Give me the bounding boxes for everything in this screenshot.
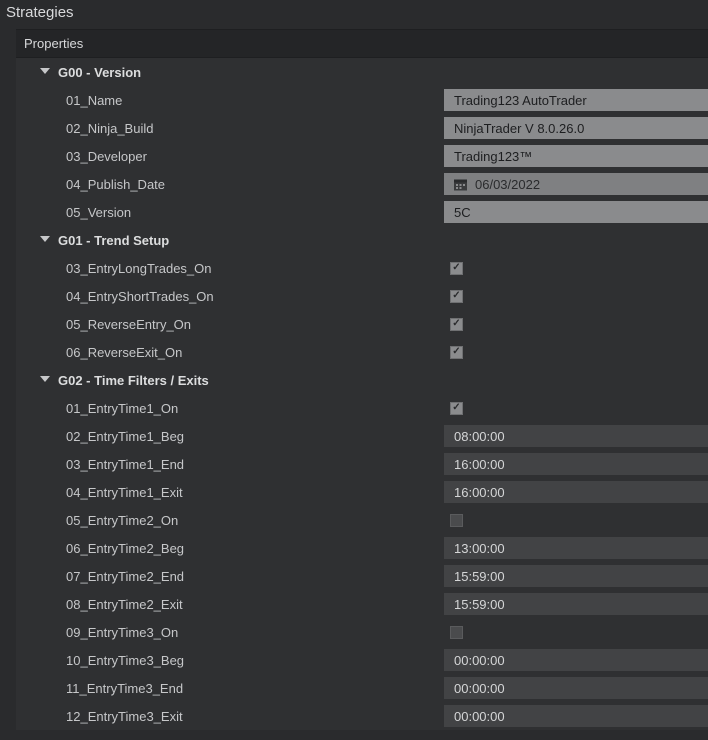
value-name: Trading123 AutoTrader — [444, 89, 708, 111]
row-g02-t2-exit: 08_EntryTime2_Exit 15:59:00 — [16, 590, 708, 618]
row-g01-rev-entry: 05_ReverseEntry_On — [16, 310, 708, 338]
value-version: 5C — [444, 201, 708, 223]
label: 06_EntryTime2_Beg — [66, 541, 184, 556]
label: 03_EntryLongTrades_On — [66, 261, 212, 276]
publish-date-text: 06/03/2022 — [475, 177, 540, 192]
value-publish-date[interactable]: 06/03/2022 — [444, 173, 708, 195]
input-t2-end[interactable]: 15:59:00 — [444, 565, 708, 587]
label: 05_ReverseEntry_On — [66, 317, 191, 332]
value-developer: Trading123™ — [444, 145, 708, 167]
row-g00-name: 01_Name Trading123 AutoTrader — [16, 86, 708, 114]
row-g02-t1-beg: 02_EntryTime1_Beg 08:00:00 — [16, 422, 708, 450]
input-t1-end[interactable]: 16:00:00 — [444, 453, 708, 475]
label: 04_Publish_Date — [66, 177, 165, 192]
label: 02_Ninja_Build — [66, 121, 153, 136]
label: 02_EntryTime1_Beg — [66, 429, 184, 444]
label: 09_EntryTime3_On — [66, 625, 178, 640]
input-t3-end[interactable]: 00:00:00 — [444, 677, 708, 699]
label: 07_EntryTime2_End — [66, 569, 184, 584]
label: 05_Version — [66, 205, 131, 220]
group-g02[interactable]: G02 - Time Filters / Exits — [16, 366, 708, 394]
properties-panel: Properties G00 - Version 01_Name Trading… — [16, 29, 708, 730]
row-g02-t1-on: 01_EntryTime1_On — [16, 394, 708, 422]
label: 03_EntryTime1_End — [66, 457, 184, 472]
label: 11_EntryTime3_End — [66, 681, 183, 696]
input-t1-exit[interactable]: 16:00:00 — [444, 481, 708, 503]
label: 04_EntryShortTrades_On — [66, 289, 214, 304]
properties-header: Properties — [16, 30, 708, 58]
input-t2-exit[interactable]: 15:59:00 — [444, 593, 708, 615]
row-g00-ninja-build: 02_Ninja_Build NinjaTrader V 8.0.26.0 — [16, 114, 708, 142]
label: 01_EntryTime1_On — [66, 401, 178, 416]
strategies-title: Strategies — [0, 0, 708, 29]
row-g02-t1-exit: 04_EntryTime1_Exit 16:00:00 — [16, 478, 708, 506]
row-g00-developer: 03_Developer Trading123™ — [16, 142, 708, 170]
group-g00-title: G00 - Version — [58, 65, 141, 80]
properties-rows: G00 - Version 01_Name Trading123 AutoTra… — [16, 58, 708, 730]
checkbox-rev-exit[interactable] — [450, 346, 463, 359]
row-g02-t3-on: 09_EntryTime3_On — [16, 618, 708, 646]
row-g02-t3-end: 11_EntryTime3_End 00:00:00 — [16, 674, 708, 702]
checkbox-entry-long[interactable] — [450, 262, 463, 275]
label: 10_EntryTime3_Beg — [66, 653, 184, 668]
checkbox-t2-on[interactable] — [450, 514, 463, 527]
row-g02-t3-exit: 12_EntryTime3_Exit 00:00:00 — [16, 702, 708, 730]
row-g02-t2-on: 05_EntryTime2_On — [16, 506, 708, 534]
group-g01-title: G01 - Trend Setup — [58, 233, 169, 248]
input-t3-beg[interactable]: 00:00:00 — [444, 649, 708, 671]
label: 05_EntryTime2_On — [66, 513, 178, 528]
row-g02-t1-end: 03_EntryTime1_End 16:00:00 — [16, 450, 708, 478]
row-g00-publish-date: 04_Publish_Date 06/03 — [16, 170, 708, 198]
checkbox-entry-short[interactable] — [450, 290, 463, 303]
chevron-down-icon — [40, 376, 50, 382]
input-t2-beg[interactable]: 13:00:00 — [444, 537, 708, 559]
row-g02-t2-beg: 06_EntryTime2_Beg 13:00:00 — [16, 534, 708, 562]
group-g02-title: G02 - Time Filters / Exits — [58, 373, 209, 388]
group-g00[interactable]: G00 - Version — [16, 58, 708, 86]
group-g01[interactable]: G01 - Trend Setup — [16, 226, 708, 254]
label: 03_Developer — [66, 149, 147, 164]
row-g01-rev-exit: 06_ReverseExit_On — [16, 338, 708, 366]
checkbox-t3-on[interactable] — [450, 626, 463, 639]
row-g01-entry-long: 03_EntryLongTrades_On — [16, 254, 708, 282]
input-t1-beg[interactable]: 08:00:00 — [444, 425, 708, 447]
label: 12_EntryTime3_Exit — [66, 709, 183, 724]
chevron-down-icon — [40, 236, 50, 242]
row-g00-version: 05_Version 5C — [16, 198, 708, 226]
label: 06_ReverseExit_On — [66, 345, 182, 360]
checkbox-rev-entry[interactable] — [450, 318, 463, 331]
label: 04_EntryTime1_Exit — [66, 485, 183, 500]
input-t3-exit[interactable]: 00:00:00 — [444, 705, 708, 727]
label: 08_EntryTime2_Exit — [66, 597, 183, 612]
row-g02-t3-beg: 10_EntryTime3_Beg 00:00:00 — [16, 646, 708, 674]
calendar-icon — [454, 178, 467, 191]
row-g01-entry-short: 04_EntryShortTrades_On — [16, 282, 708, 310]
row-g02-t2-end: 07_EntryTime2_End 15:59:00 — [16, 562, 708, 590]
chevron-down-icon — [40, 68, 50, 74]
checkbox-t1-on[interactable] — [450, 402, 463, 415]
label: 01_Name — [66, 93, 122, 108]
value-ninja-build: NinjaTrader V 8.0.26.0 — [444, 117, 708, 139]
